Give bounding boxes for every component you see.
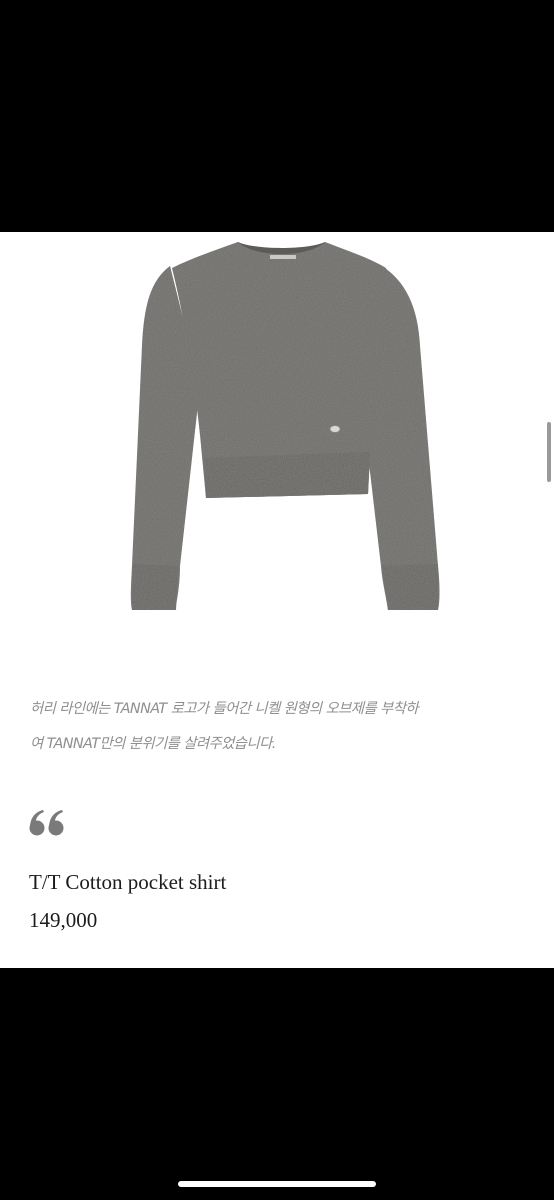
top-black-area <box>0 0 554 232</box>
double-quote-icon <box>29 810 64 836</box>
scroll-indicator[interactable] <box>547 422 551 482</box>
bottom-black-area <box>0 968 554 1200</box>
product-detail-card: 허리 라인에는 TANNAT 로고가 들어간 니켈 원형의 오브제를 부착하 여… <box>0 232 554 968</box>
product-name: T/T Cotton pocket shirt <box>29 870 227 894</box>
home-indicator-bar[interactable] <box>178 1181 376 1187</box>
product-price: 149,000 <box>29 908 98 932</box>
description-line-2: 여 TANNAT만의 분위기를 살려주었습니다. <box>30 736 276 752</box>
description-line-1: 허리 라인에는 TANNAT 로고가 들어간 니켈 원형의 오브제를 부착하 <box>30 701 419 717</box>
product-description: 허리 라인에는 TANNAT 로고가 들어간 니켈 원형의 오브제를 부착하 여… <box>30 692 535 762</box>
sweater-image <box>130 242 440 610</box>
